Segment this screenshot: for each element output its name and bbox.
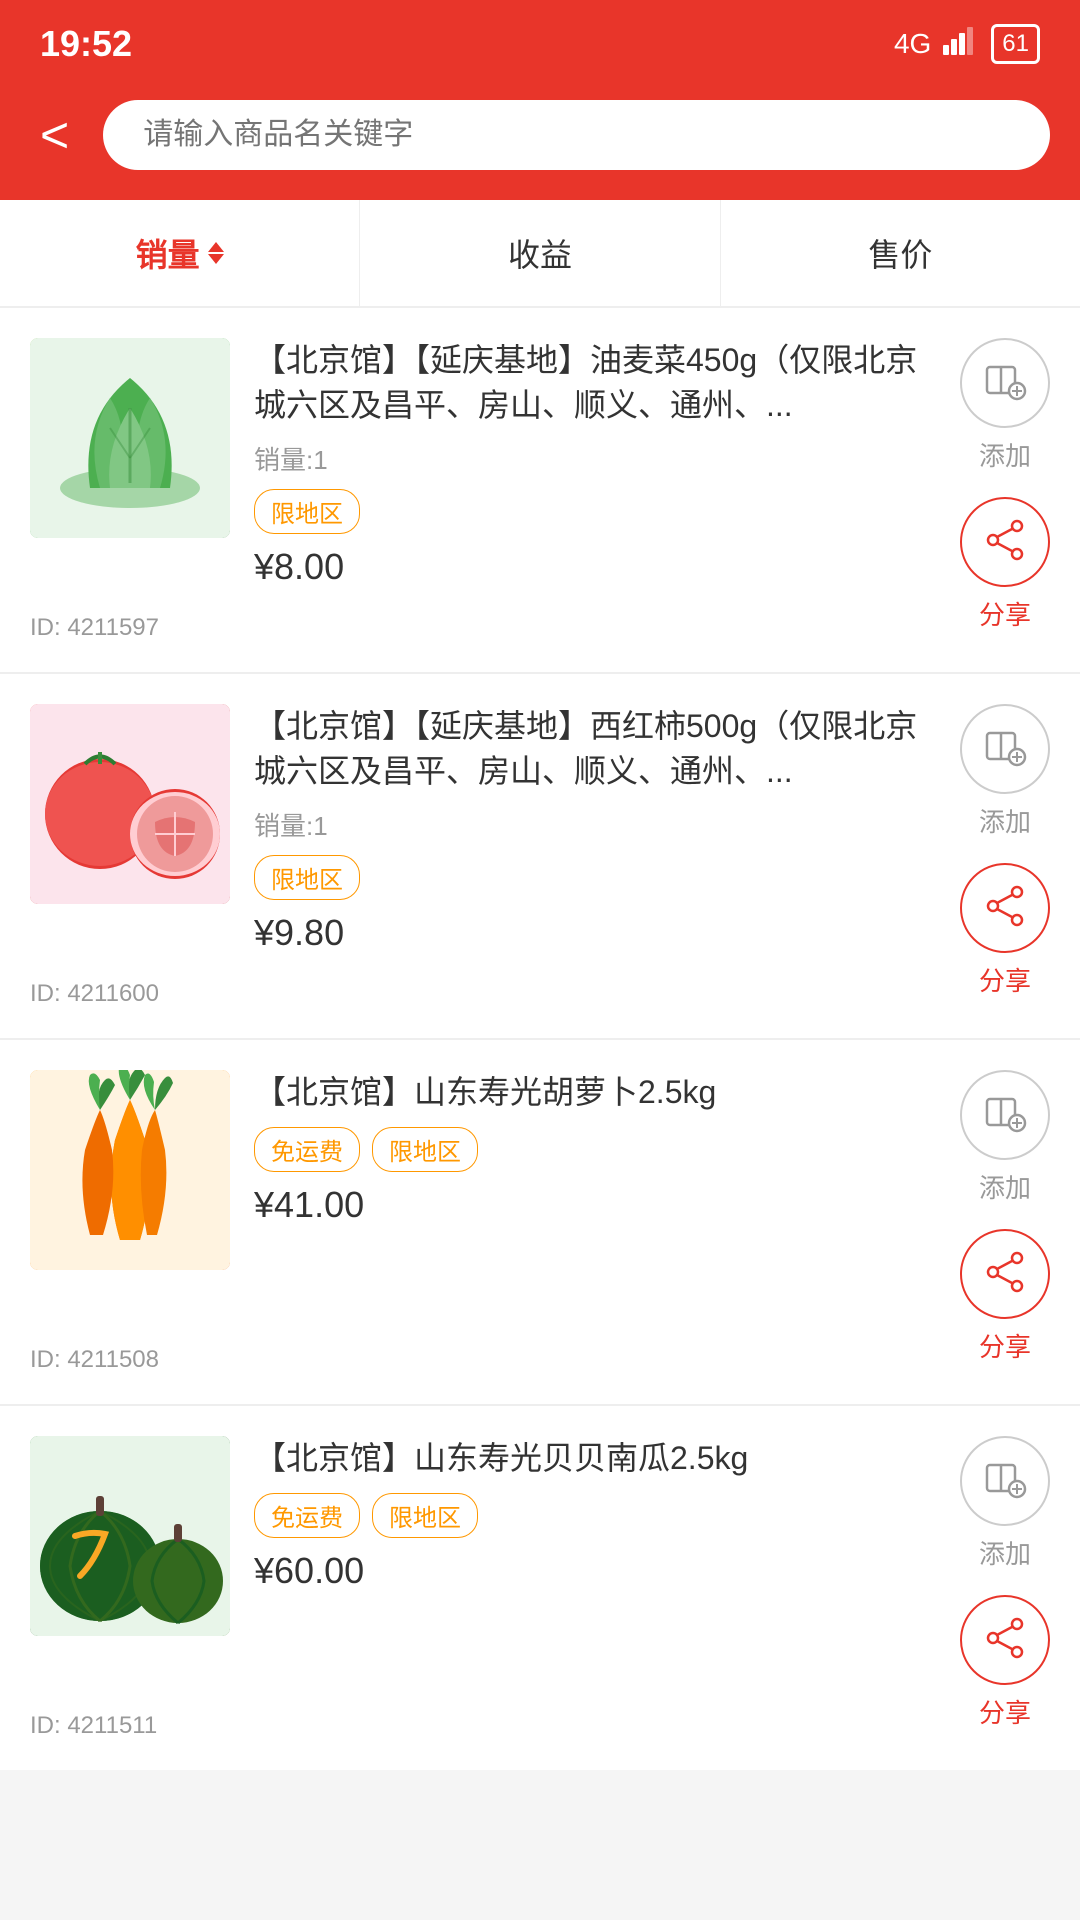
product-actions: 添加 分享 bbox=[960, 704, 1050, 1008]
product-id: ID: 4211597 bbox=[30, 614, 159, 642]
product-sales: 销量:1 bbox=[254, 440, 936, 477]
product-sales: 销量:1 bbox=[254, 806, 936, 843]
product-tag: 免运费 bbox=[254, 1127, 360, 1172]
share-label: 分享 bbox=[979, 1693, 1031, 1730]
add-icon-circle bbox=[960, 704, 1050, 794]
arrow-up-icon bbox=[208, 242, 224, 252]
product-info: 【北京馆】【延庆基地】西红柿500g（仅限北京城六区及昌平、房山、顺义、通州、.… bbox=[254, 704, 936, 1008]
share-button[interactable]: 分享 bbox=[960, 1595, 1050, 1730]
product-tags: 免运费限地区 bbox=[254, 1493, 936, 1538]
add-icon-circle bbox=[960, 338, 1050, 428]
add-icon bbox=[983, 1457, 1027, 1506]
signal-icon bbox=[943, 27, 979, 62]
add-button[interactable]: 添加 bbox=[960, 1436, 1050, 1571]
share-label: 分享 bbox=[979, 595, 1031, 632]
product-actions: 添加 分享 bbox=[960, 1436, 1050, 1740]
status-bar: 19:52 4G 61 bbox=[0, 0, 1080, 80]
product-id: ID: 4211511 bbox=[30, 1712, 157, 1740]
product-image bbox=[30, 704, 230, 904]
back-button[interactable]: < bbox=[30, 106, 79, 164]
product-tag: 限地区 bbox=[254, 489, 360, 534]
sort-arrows bbox=[208, 242, 224, 264]
share-icon bbox=[983, 1616, 1027, 1665]
sort-tab-sales[interactable]: 销量 bbox=[0, 200, 360, 306]
product-image bbox=[30, 1070, 230, 1270]
product-id: ID: 4211600 bbox=[30, 980, 159, 1008]
product-actions: 添加 分享 bbox=[960, 338, 1050, 642]
battery-icon: 61 bbox=[991, 24, 1040, 64]
sort-tab-revenue[interactable]: 收益 bbox=[360, 200, 720, 306]
product-image bbox=[30, 1436, 230, 1636]
add-label: 添加 bbox=[979, 802, 1031, 839]
share-button[interactable]: 分享 bbox=[960, 497, 1050, 632]
product-image bbox=[30, 338, 230, 538]
product-tag: 限地区 bbox=[372, 1127, 478, 1172]
status-time: 19:52 bbox=[40, 23, 132, 65]
product-tags: 免运费限地区 bbox=[254, 1127, 936, 1172]
add-icon-circle bbox=[960, 1436, 1050, 1526]
product-title: 【北京馆】【延庆基地】油麦菜450g（仅限北京城六区及昌平、房山、顺义、通州、.… bbox=[254, 338, 936, 428]
product-info: 【北京馆】山东寿光贝贝南瓜2.5kg 免运费限地区 ¥60.00 bbox=[254, 1436, 936, 1740]
arrow-down-icon bbox=[208, 254, 224, 264]
product-tags: 限地区 bbox=[254, 855, 936, 900]
share-label: 分享 bbox=[979, 1327, 1031, 1364]
product-card: ID: 4211597 【北京馆】【延庆基地】油麦菜450g（仅限北京城六区及昌… bbox=[0, 308, 1080, 672]
product-price: ¥60.00 bbox=[254, 1550, 936, 1592]
share-icon bbox=[983, 518, 1027, 567]
sort-tabs: 销量 收益 售价 bbox=[0, 200, 1080, 308]
product-tag: 限地区 bbox=[372, 1493, 478, 1538]
add-button[interactable]: 添加 bbox=[960, 704, 1050, 839]
product-tag: 免运费 bbox=[254, 1493, 360, 1538]
search-input[interactable] bbox=[103, 100, 1050, 170]
status-icons: 4G 61 bbox=[894, 24, 1040, 64]
share-label: 分享 bbox=[979, 961, 1031, 998]
header: < bbox=[0, 80, 1080, 200]
product-price: ¥9.80 bbox=[254, 912, 936, 954]
share-icon-circle bbox=[960, 497, 1050, 587]
add-label: 添加 bbox=[979, 1168, 1031, 1205]
share-button[interactable]: 分享 bbox=[960, 863, 1050, 998]
product-title: 【北京馆】【延庆基地】西红柿500g（仅限北京城六区及昌平、房山、顺义、通州、.… bbox=[254, 704, 936, 794]
product-list: ID: 4211597 【北京馆】【延庆基地】油麦菜450g（仅限北京城六区及昌… bbox=[0, 308, 1080, 1770]
share-icon bbox=[983, 1250, 1027, 1299]
product-id: ID: 4211508 bbox=[30, 1346, 159, 1374]
share-button[interactable]: 分享 bbox=[960, 1229, 1050, 1364]
product-tags: 限地区 bbox=[254, 489, 936, 534]
product-info: 【北京馆】山东寿光胡萝卜2.5kg 免运费限地区 ¥41.00 bbox=[254, 1070, 936, 1374]
add-icon-circle bbox=[960, 1070, 1050, 1160]
product-title: 【北京馆】山东寿光贝贝南瓜2.5kg bbox=[254, 1436, 936, 1481]
product-actions: 添加 分享 bbox=[960, 1070, 1050, 1374]
product-title: 【北京馆】山东寿光胡萝卜2.5kg bbox=[254, 1070, 936, 1115]
add-label: 添加 bbox=[979, 1534, 1031, 1571]
share-icon-circle bbox=[960, 863, 1050, 953]
add-icon bbox=[983, 1091, 1027, 1140]
add-icon bbox=[983, 725, 1027, 774]
product-tag: 限地区 bbox=[254, 855, 360, 900]
share-icon bbox=[983, 884, 1027, 933]
product-info: 【北京馆】【延庆基地】油麦菜450g（仅限北京城六区及昌平、房山、顺义、通州、.… bbox=[254, 338, 936, 642]
product-card: ID: 4211511 【北京馆】山东寿光贝贝南瓜2.5kg 免运费限地区 ¥6… bbox=[0, 1406, 1080, 1770]
product-card: ID: 4211508 【北京馆】山东寿光胡萝卜2.5kg 免运费限地区 ¥41… bbox=[0, 1040, 1080, 1404]
product-card: ID: 4211600 【北京馆】【延庆基地】西红柿500g（仅限北京城六区及昌… bbox=[0, 674, 1080, 1038]
product-price: ¥8.00 bbox=[254, 546, 936, 588]
product-price: ¥41.00 bbox=[254, 1184, 936, 1226]
share-icon-circle bbox=[960, 1229, 1050, 1319]
add-button[interactable]: 添加 bbox=[960, 1070, 1050, 1205]
add-label: 添加 bbox=[979, 436, 1031, 473]
add-icon bbox=[983, 359, 1027, 408]
share-icon-circle bbox=[960, 1595, 1050, 1685]
sort-tab-price[interactable]: 售价 bbox=[721, 200, 1080, 306]
add-button[interactable]: 添加 bbox=[960, 338, 1050, 473]
network-type: 4G bbox=[894, 28, 931, 60]
